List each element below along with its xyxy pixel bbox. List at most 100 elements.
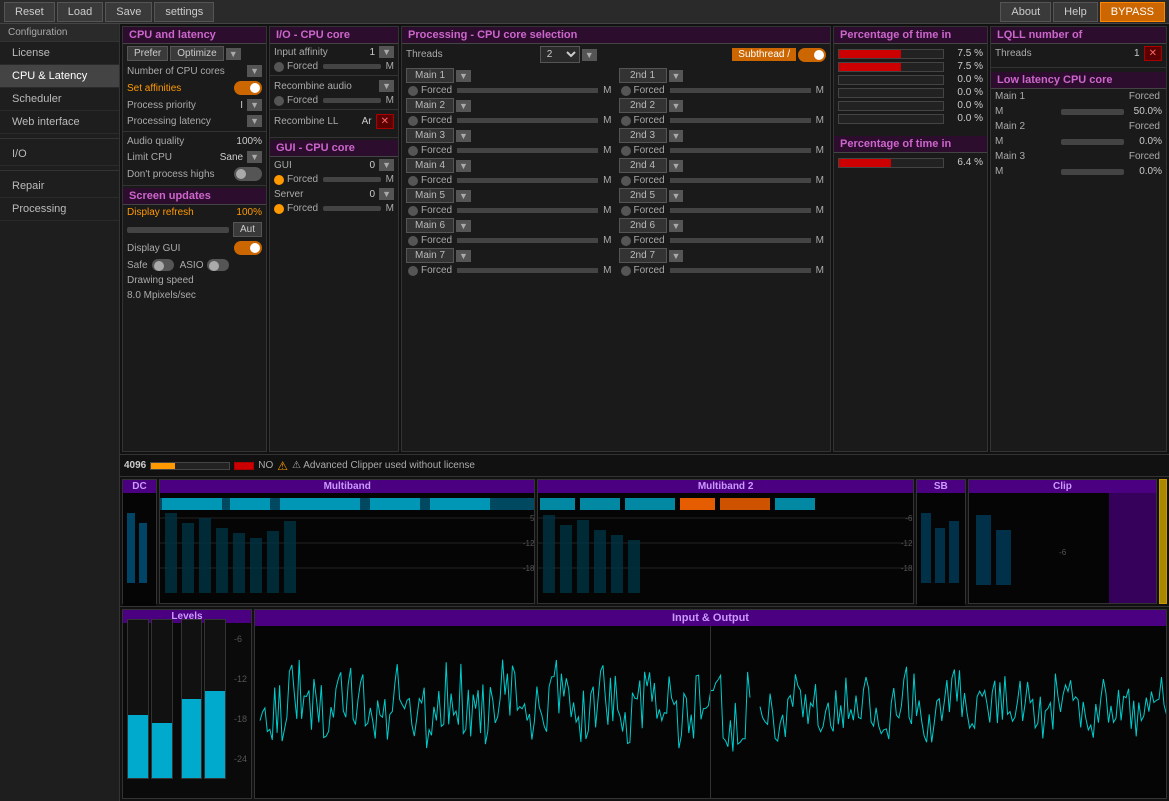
lqll-x-btn[interactable]: ✕ (1144, 46, 1162, 61)
lqll-core-1-slider[interactable] (1061, 109, 1124, 115)
recombine-ll-x[interactable]: ✕ (376, 114, 394, 129)
thread-row-main4: Main 4 ▼ (404, 157, 616, 174)
help-button[interactable]: Help (1053, 2, 1098, 22)
subthread-toggle[interactable] (798, 48, 826, 62)
optimize-button[interactable]: Optimize (170, 46, 223, 61)
pct-bar-row-1: 7.5 % (838, 48, 983, 59)
2nd2-btn[interactable]: 2nd 2 (619, 98, 667, 113)
main1-btn[interactable]: Main 1 (406, 68, 454, 83)
limit-cpu-dropdown[interactable]: ▼ (247, 151, 262, 163)
main4-dropdown[interactable]: ▼ (456, 160, 471, 172)
2nd7-dropdown[interactable]: ▼ (669, 250, 684, 262)
2nd3-btn[interactable]: 2nd 3 (619, 128, 667, 143)
2nd5-slider[interactable] (670, 208, 811, 213)
gui-dropdown[interactable]: ▼ (379, 159, 394, 171)
refresh-slider[interactable] (127, 227, 229, 233)
main1-slider[interactable] (457, 88, 598, 93)
main5-dropdown[interactable]: ▼ (456, 190, 471, 202)
2nd4-slider[interactable] (670, 178, 811, 183)
2nd5-dropdown[interactable]: ▼ (669, 190, 684, 202)
2nd4-dropdown[interactable]: ▼ (669, 160, 684, 172)
2nd7-slider[interactable] (670, 268, 811, 273)
safe-toggle[interactable] (152, 259, 174, 271)
lqll-core-3-m: M (995, 166, 1058, 177)
top-bar-right-buttons: About Help BYPASS (996, 0, 1169, 24)
lqll-core-3-slider[interactable] (1061, 169, 1124, 175)
gui-val: 0 (370, 160, 376, 171)
2nd3-dropdown[interactable]: ▼ (669, 130, 684, 142)
server-dropdown[interactable]: ▼ (379, 188, 394, 200)
lqll-divider (991, 67, 1166, 68)
2nd3-slider[interactable] (670, 148, 811, 153)
sidebar-item-scheduler[interactable]: Scheduler (0, 88, 119, 111)
main6-dropdown[interactable]: ▼ (456, 220, 471, 232)
2nd5-btn[interactable]: 2nd 5 (619, 188, 667, 203)
subthread-button[interactable]: Subthread / (732, 48, 796, 61)
dont-process-highs-toggle[interactable] (234, 167, 262, 181)
2nd6-dropdown[interactable]: ▼ (669, 220, 684, 232)
main2-dropdown[interactable]: ▼ (456, 100, 471, 112)
2nd7-btn[interactable]: 2nd 7 (619, 248, 667, 263)
optimize-dropdown-arrow[interactable]: ▼ (226, 48, 241, 60)
main3-dropdown[interactable]: ▼ (456, 130, 471, 142)
server-forced-slider[interactable] (323, 206, 381, 211)
main6-slider[interactable] (457, 238, 598, 243)
threads-dropdown-arrow[interactable]: ▼ (582, 49, 597, 61)
sidebar-item-cpu-latency[interactable]: CPU & Latency (0, 65, 119, 88)
top-bar: Reset Load Save settings About Help BYPA… (0, 0, 1169, 24)
main1-dropdown[interactable]: ▼ (456, 70, 471, 82)
main4-btn[interactable]: Main 4 (406, 158, 454, 173)
processing-latency-dropdown[interactable]: ▼ (247, 115, 262, 127)
input-affinity-dropdown[interactable]: ▼ (379, 46, 394, 58)
bypass-button[interactable]: BYPASS (1100, 2, 1165, 22)
main7-dropdown[interactable]: ▼ (456, 250, 471, 262)
2nd6-btn[interactable]: 2nd 6 (619, 218, 667, 233)
sidebar-item-web-interface[interactable]: Web interface (0, 111, 119, 134)
main7-btn[interactable]: Main 7 (406, 248, 454, 263)
2nd1-slider[interactable] (670, 88, 811, 93)
process-priority-val: I (240, 100, 243, 111)
forced-slider-2[interactable] (323, 98, 381, 103)
sidebar-item-processing[interactable]: Processing (0, 198, 119, 221)
gui-forced-slider[interactable] (323, 177, 381, 182)
main3-slider[interactable] (457, 148, 598, 153)
threads-select[interactable]: 2134 (540, 46, 580, 63)
process-priority-dropdown[interactable]: ▼ (247, 99, 262, 111)
prefer-button[interactable]: Prefer (127, 46, 168, 61)
main5-btn[interactable]: Main 5 (406, 188, 454, 203)
main5-slider[interactable] (457, 208, 598, 213)
lqll-core-3-forced: Forced (1129, 151, 1160, 162)
save-button[interactable]: Save (105, 2, 152, 22)
main2-btn[interactable]: Main 2 (406, 98, 454, 113)
svg-text:5: 5 (530, 514, 534, 523)
2nd1-dropdown[interactable]: ▼ (669, 70, 684, 82)
reset-button[interactable]: Reset (4, 2, 55, 22)
2nd2-dropdown[interactable]: ▼ (669, 100, 684, 112)
sidebar-item-repair[interactable]: Repair (0, 175, 119, 198)
set-affinities-toggle[interactable] (234, 81, 262, 95)
2nd2-slider[interactable] (670, 118, 811, 123)
main6-btn[interactable]: Main 6 (406, 218, 454, 233)
2nd4-btn[interactable]: 2nd 4 (619, 158, 667, 173)
sidebar-item-license[interactable]: License (0, 42, 119, 65)
lqll-core-2-slider[interactable] (1061, 139, 1124, 145)
about-button[interactable]: About (1000, 2, 1051, 22)
display-refresh-mode-btn[interactable]: Aut (233, 222, 262, 237)
forced-slider-1[interactable] (323, 64, 381, 69)
display-gui-toggle[interactable] (234, 241, 262, 255)
2nd1-btn[interactable]: 2nd 1 (619, 68, 667, 83)
main3-btn[interactable]: Main 3 (406, 128, 454, 143)
main2-slider[interactable] (457, 118, 598, 123)
settings-button[interactable]: settings (154, 2, 214, 22)
asio-toggle[interactable] (207, 259, 229, 271)
sidebar-item-io[interactable]: I/O (0, 143, 119, 166)
main7-slider[interactable] (457, 268, 598, 273)
num-cpu-dropdown[interactable]: ▼ (247, 65, 262, 77)
load-button[interactable]: Load (57, 2, 103, 22)
2nd7-forced: Forced M (617, 264, 829, 277)
recombine-dropdown[interactable]: ▼ (379, 80, 394, 92)
main2-m: M (603, 115, 611, 126)
main4-slider[interactable] (457, 178, 598, 183)
pct-bar-bg-6 (838, 114, 944, 124)
2nd6-slider[interactable] (670, 238, 811, 243)
